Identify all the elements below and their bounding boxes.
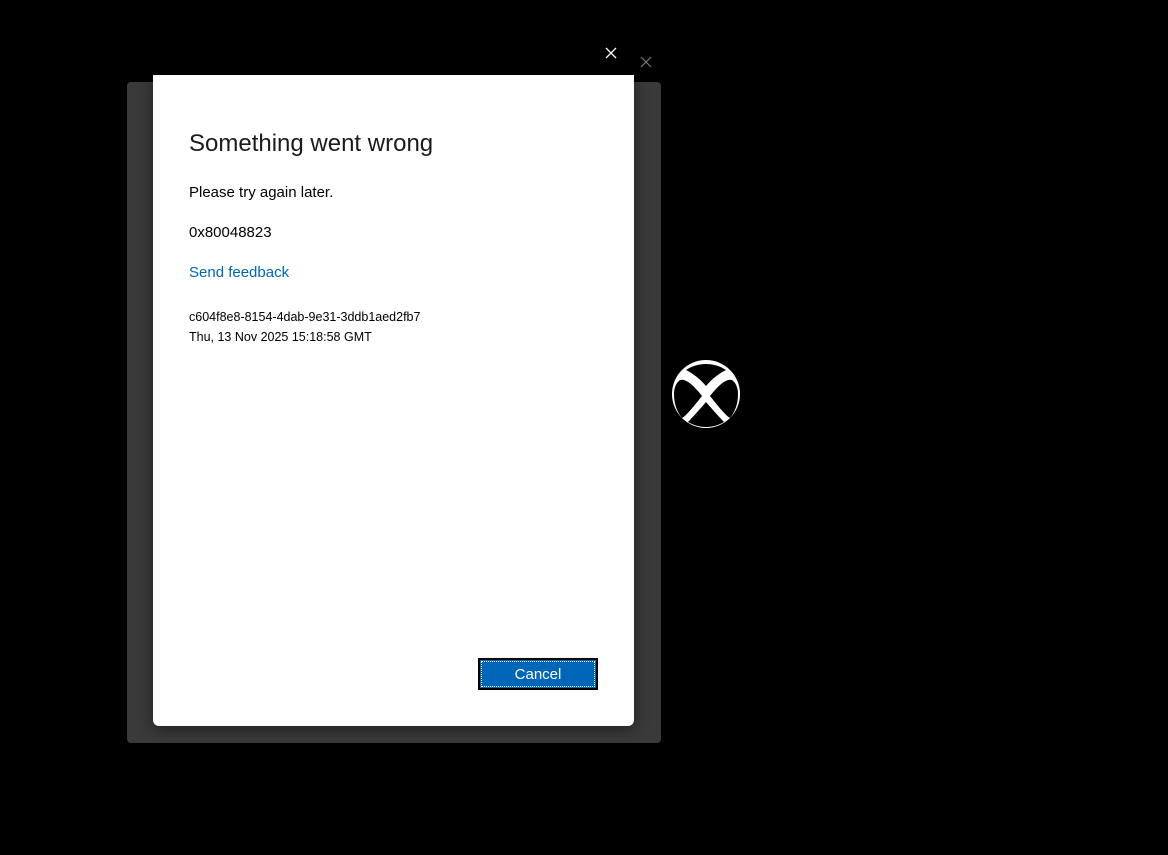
error-message: Please try again later. (189, 184, 334, 201)
error-details: c604f8e8-8154-4dab-9e31-3ddb1aed2fb7 Thu… (189, 307, 420, 347)
dialog-close-icon[interactable] (599, 47, 623, 71)
error-dialog: Something went wrong Please try again la… (153, 75, 634, 726)
error-code: 0x80048823 (189, 224, 272, 241)
correlation-id: c604f8e8-8154-4dab-9e31-3ddb1aed2fb7 (189, 310, 421, 324)
send-feedback-link[interactable]: Send feedback (189, 264, 289, 281)
xbox-logo-icon (672, 360, 740, 428)
cancel-button[interactable]: Cancel (478, 658, 598, 690)
screen: Something went wrong Please try again la… (0, 0, 1168, 855)
dialog-title: Something went wrong (189, 130, 434, 157)
host-close-icon[interactable] (636, 56, 656, 76)
error-timestamp: Thu, 13 Nov 2025 15:18:58 GMT (189, 330, 372, 344)
